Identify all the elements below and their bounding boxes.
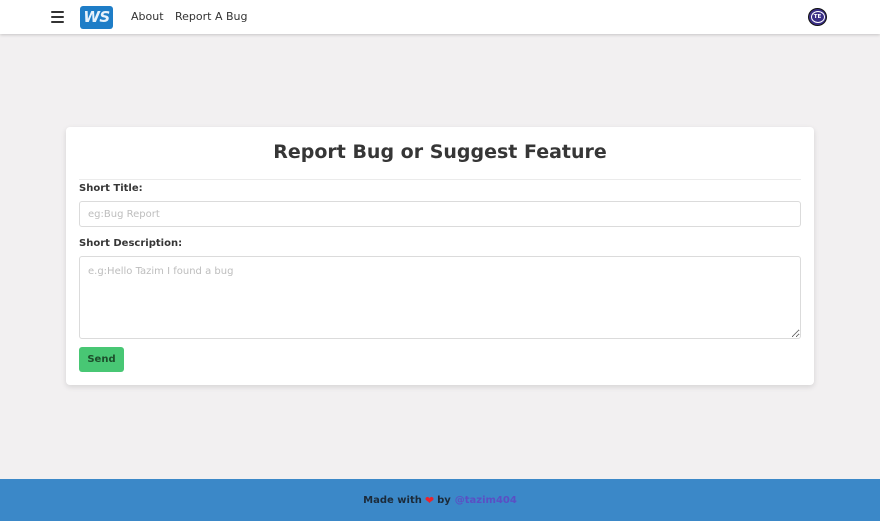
logo[interactable]: WS <box>80 6 113 29</box>
short-description-textarea[interactable] <box>79 256 801 339</box>
footer-made-with: Made with <box>363 494 422 506</box>
nav-link-about[interactable]: About <box>131 10 164 23</box>
nav-link-report-bug[interactable]: Report A Bug <box>175 10 247 23</box>
footer: Made with ❤ by @tazim404 <box>0 479 880 521</box>
title-divider <box>79 179 801 180</box>
report-form-card: Report Bug or Suggest Feature Short Titl… <box>66 127 814 385</box>
hamburger-menu-icon[interactable] <box>51 11 64 23</box>
heart-icon: ❤ <box>424 493 435 507</box>
top-navbar: WS About Report A Bug TE <box>0 0 880 34</box>
footer-by: by <box>437 494 451 506</box>
short-description-label: Short Description: <box>79 238 183 249</box>
avatar[interactable]: TE <box>808 8 827 26</box>
page-title: Report Bug or Suggest Feature <box>273 141 607 163</box>
avatar-text: TE <box>810 11 825 23</box>
footer-author-link[interactable]: @tazim404 <box>455 495 517 506</box>
short-title-input[interactable] <box>79 201 801 227</box>
short-title-label: Short Title: <box>79 183 143 194</box>
send-button[interactable]: Send <box>79 347 124 372</box>
